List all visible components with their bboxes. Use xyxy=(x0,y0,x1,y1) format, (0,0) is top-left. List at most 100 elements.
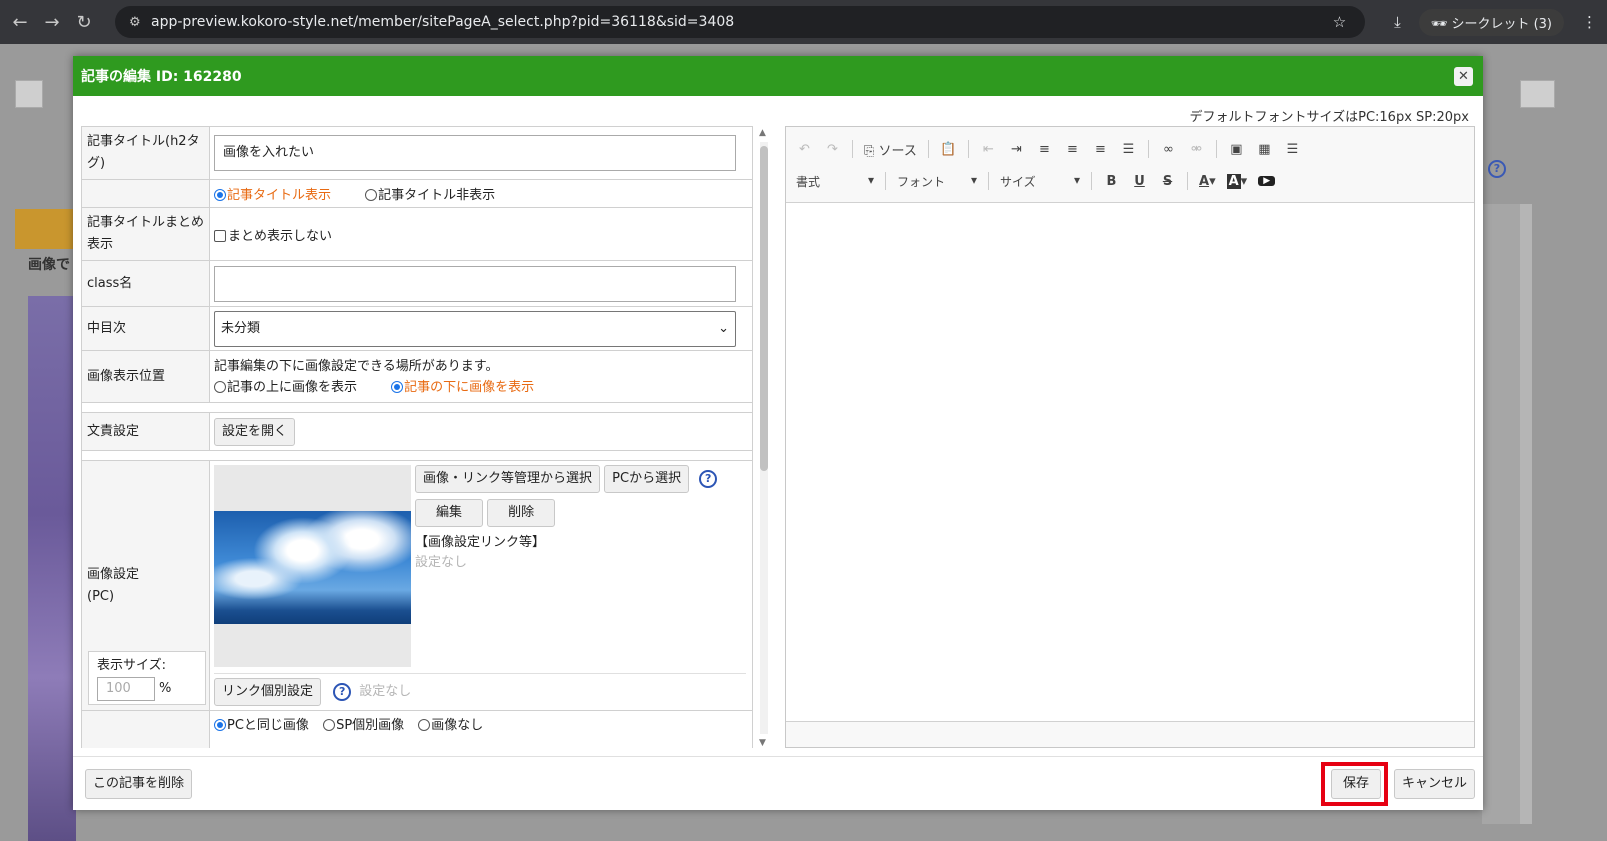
paste-icon[interactable]: 📋 xyxy=(940,142,957,157)
image-pos-below-radio[interactable]: 記事の下に画像を表示 xyxy=(391,380,534,395)
display-size-box: 表示サイズ: 100% xyxy=(88,651,206,705)
image-pos-above-radio[interactable]: 記事の上に画像を表示 xyxy=(214,380,357,395)
row-title-visibility: 記事タイトル表示 記事タイトル非表示 xyxy=(81,179,753,208)
unlink-icon[interactable]: ⚮ xyxy=(1188,142,1205,157)
bg-color-icon: A xyxy=(1226,173,1241,189)
image-preview xyxy=(214,465,411,667)
bg-flower-image xyxy=(28,296,76,841)
size-dropdown[interactable]: サイズ ▾ xyxy=(1000,173,1080,190)
save-button[interactable]: 保存 xyxy=(1331,769,1381,799)
bg-color-button[interactable]: A ▾ xyxy=(1226,173,1247,189)
bold-icon[interactable]: B xyxy=(1103,174,1120,189)
title-hide-radio[interactable]: 記事タイトル非表示 xyxy=(365,188,495,203)
select-from-manager-button[interactable]: 画像・リンク等管理から選択 xyxy=(415,465,601,493)
address-bar[interactable]: ⚙ app-preview.kokoro-style.net/member/si… xyxy=(115,6,1365,38)
display-size-input[interactable]: 100 xyxy=(97,677,155,701)
sp-same-radio[interactable]: PCと同じ画像 xyxy=(214,718,309,733)
text-color-button[interactable]: A▾ xyxy=(1199,174,1216,189)
title-input[interactable]: 画像を入れたい xyxy=(214,135,736,171)
table-icon[interactable]: ▦ xyxy=(1256,142,1273,157)
download-icon[interactable]: ⤓ xyxy=(1394,13,1401,31)
site-settings-icon[interactable]: ⚙ xyxy=(129,15,151,30)
delete-article-button[interactable]: この記事を削除 xyxy=(85,769,193,799)
back-icon[interactable]: ← xyxy=(4,12,36,33)
video-icon[interactable]: ▶ xyxy=(1258,176,1276,186)
help-icon[interactable]: ? xyxy=(333,682,352,701)
align-center-icon[interactable]: ≡ xyxy=(1064,142,1081,157)
strikethrough-icon[interactable]: S xyxy=(1159,174,1176,189)
article-form: 記事タイトル(h2タグ) 画像を入れたい 記事タイトル表示 記事タイトル非表示 … xyxy=(81,126,753,748)
modal-title: 記事の編集 ID: 162280 xyxy=(81,69,242,85)
rich-text-editor: ↶ ↷ ⎘ ソース 📋 ⇤ ⇥ ≡ ≡ ≡ ☰ ∞ ⚮ ▣ ▦ ☰ 書式 ▾ フ… xyxy=(785,126,1475,748)
display-size-unit: % xyxy=(159,681,172,696)
align-left-icon[interactable]: ≡ xyxy=(1036,142,1053,157)
disclaimer-label: 文責設定 xyxy=(81,412,210,451)
editor-toolbar: ↶ ↷ ⎘ ソース 📋 ⇤ ⇥ ≡ ≡ ≡ ☰ ∞ ⚮ ▣ ▦ ☰ 書式 ▾ フ… xyxy=(786,127,1474,203)
row-title: 記事タイトル(h2タグ) 画像を入れたい xyxy=(81,126,753,180)
delete-image-button[interactable]: 削除 xyxy=(487,499,556,527)
undo-icon[interactable]: ↶ xyxy=(796,142,813,157)
form-scrollbar[interactable]: ▲ ▼ xyxy=(757,128,771,748)
bg-help-icon: ? xyxy=(1488,160,1506,178)
help-icon[interactable]: ? xyxy=(699,469,718,488)
align-justify-icon[interactable]: ☰ xyxy=(1120,142,1137,157)
bg-right-column xyxy=(1482,204,1522,824)
indent-icon[interactable]: ⇥ xyxy=(1008,142,1025,157)
row-image-pc: 画像設定 (PC) 表示サイズ: 100% 画像・リンク等管理から選択 PCから… xyxy=(81,460,753,711)
sp-none-radio[interactable]: 画像なし xyxy=(418,718,483,733)
format-dropdown[interactable]: 書式 ▾ xyxy=(796,173,874,190)
editor-content-area[interactable] xyxy=(786,203,1474,721)
row-disclaimer: 文責設定 設定を開く xyxy=(81,412,753,451)
horizontal-rule-icon[interactable]: ☰ xyxy=(1284,142,1301,157)
caret-down-icon: ▾ xyxy=(1209,173,1216,189)
sp-none-label: 画像なし xyxy=(431,718,484,733)
outdent-icon[interactable]: ⇤ xyxy=(980,142,997,157)
link-setting-title: 【画像設定リンク等】 xyxy=(415,535,546,550)
incognito-label: シークレット (3) xyxy=(1451,16,1552,32)
image-pos-note: 記事編集の下に画像設定できる場所があります。 xyxy=(214,358,499,374)
summary-checkbox[interactable]: まとめ表示しない xyxy=(214,229,332,244)
image-icon[interactable]: ▣ xyxy=(1228,142,1245,157)
incognito-badge[interactable]: 🕶 シークレット (3) xyxy=(1418,8,1564,36)
chevron-down-icon: ⌄ xyxy=(718,320,729,336)
scroll-thumb[interactable] xyxy=(760,146,768,471)
title-show-radio[interactable]: 記事タイトル表示 xyxy=(214,188,331,203)
cancel-button[interactable]: キャンセル xyxy=(1394,769,1476,799)
align-right-icon[interactable]: ≡ xyxy=(1092,142,1109,157)
font-dropdown[interactable]: フォント ▾ xyxy=(897,173,977,190)
row-image-position: 画像表示位置 記事編集の下に画像設定できる場所があります。 記事の上に画像を表示… xyxy=(81,350,753,403)
sp-same-label: PCと同じ画像 xyxy=(227,718,309,733)
image-pos-label: 画像表示位置 xyxy=(81,350,210,403)
link-icon[interactable]: ∞ xyxy=(1160,142,1177,157)
edit-article-modal: 記事の編集 ID: 162280 ✕ デフォルトフォントサイズはPC:16px … xyxy=(73,56,1483,810)
summary-label: 記事タイトルまとめ表示 xyxy=(81,207,210,261)
scroll-up-icon[interactable]: ▲ xyxy=(759,128,766,138)
class-label: class名 xyxy=(81,260,210,307)
forward-icon[interactable]: → xyxy=(36,12,68,33)
select-from-pc-button[interactable]: PCから選択 xyxy=(604,465,690,493)
edit-image-button[interactable]: 編集 xyxy=(415,499,483,527)
caret-down-icon: ▾ xyxy=(970,172,977,187)
redo-icon[interactable]: ↷ xyxy=(824,142,841,157)
title-hide-label: 記事タイトル非表示 xyxy=(378,188,496,203)
class-input[interactable] xyxy=(214,265,736,302)
link-individual-button[interactable]: リンク個別設定 xyxy=(214,678,322,706)
modal-footer: この記事を削除 保存 キャンセル xyxy=(73,756,1483,810)
bg-next-arrow xyxy=(1520,80,1555,108)
reload-icon[interactable]: ↻ xyxy=(68,12,100,33)
underline-icon[interactable]: U xyxy=(1131,174,1148,189)
chapter-select[interactable]: 未分類 ⌄ xyxy=(214,310,736,347)
row-chapter: 中目次 未分類 ⌄ xyxy=(81,306,753,351)
image-pos-below-label: 記事の下に画像を表示 xyxy=(404,379,535,395)
open-settings-button[interactable]: 設定を開く xyxy=(214,417,296,446)
editor-status-bar xyxy=(786,721,1474,747)
summary-checkbox-label: まとめ表示しない xyxy=(228,228,333,244)
source-icon: ⎘ xyxy=(864,143,875,159)
bookmark-star-icon[interactable]: ☆ xyxy=(1333,13,1346,31)
source-button[interactable]: ⎘ ソース xyxy=(864,140,917,159)
scroll-down-icon[interactable]: ▼ xyxy=(759,738,766,748)
menu-icon[interactable]: ⋮ xyxy=(1582,13,1597,31)
url-text: app-preview.kokoro-style.net/member/site… xyxy=(151,14,735,30)
sp-individual-radio[interactable]: SP個別画像 xyxy=(323,718,404,733)
close-icon[interactable]: ✕ xyxy=(1454,67,1473,86)
